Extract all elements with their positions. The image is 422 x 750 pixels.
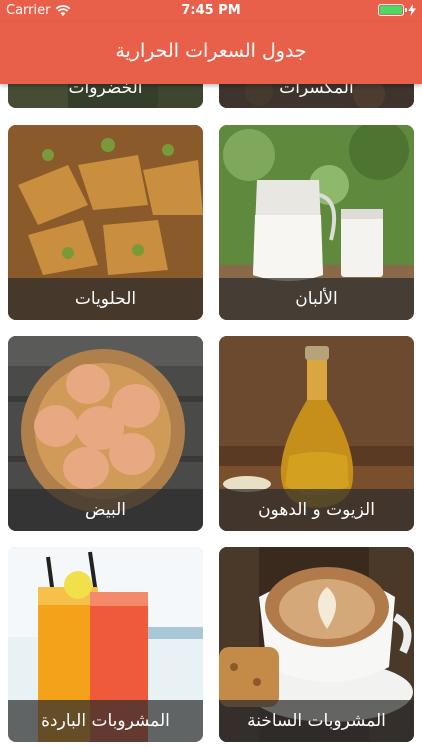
category-label: المشروبات الساخنة xyxy=(219,700,414,742)
category-card-vegetables[interactable]: الخضروات xyxy=(8,84,203,108)
category-label: الخضروات xyxy=(8,84,203,108)
page-title: جدول السعرات الحرارية xyxy=(115,40,307,62)
category-card-eggs[interactable]: البيض xyxy=(8,336,203,531)
category-card-cold-drinks[interactable]: المشروبات الباردة xyxy=(8,547,203,742)
category-card-oils-fats[interactable]: الزيوت و الدهون xyxy=(219,336,414,531)
category-card-dairy[interactable]: الألبان xyxy=(219,125,414,320)
category-label: الزيوت و الدهون xyxy=(219,489,414,531)
navigation-bar: جدول السعرات الحرارية xyxy=(0,22,422,84)
category-label: البيض xyxy=(8,489,203,531)
category-label: المكسرات xyxy=(219,84,414,108)
category-label: الألبان xyxy=(219,278,414,320)
charging-bolt-icon xyxy=(408,4,416,16)
category-label: المشروبات الباردة xyxy=(8,700,203,742)
battery-icon xyxy=(378,4,407,16)
clock: 7:45 PM xyxy=(181,3,241,18)
status-bar: Carrier 7:45 PM xyxy=(0,0,422,22)
category-card-nuts[interactable]: المكسرات xyxy=(219,84,414,108)
category-grid[interactable]: المكسرات الخضروات الألبان الحلويات الزيو… xyxy=(0,84,422,750)
status-right xyxy=(378,4,416,16)
battery-fill xyxy=(380,6,402,14)
category-card-hot-drinks[interactable]: المشروبات الساخنة xyxy=(219,547,414,742)
category-label: الحلويات xyxy=(8,278,203,320)
category-card-sweets[interactable]: الحلويات xyxy=(8,125,203,320)
